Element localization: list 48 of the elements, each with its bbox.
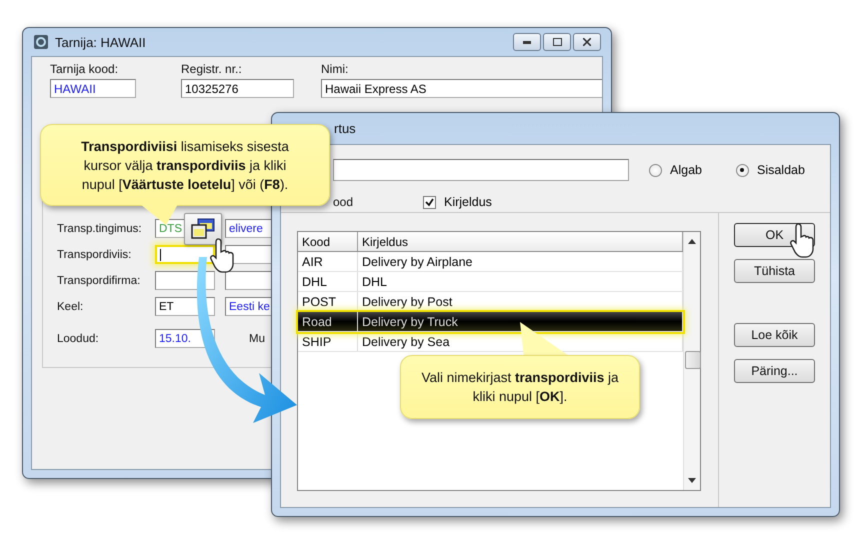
instruction-callout: Transpordiviisi lisamiseks sisesta kursor välja transpordiviis ja kliki nupul [Väärtuste loetelu] või (F8). [40, 124, 330, 206]
scroll-up-icon [688, 239, 696, 244]
table-row[interactable]: Road Delivery by Truck [298, 312, 683, 332]
option-label: ood [333, 195, 354, 209]
dialog-button[interactable]: Päring... [734, 359, 815, 383]
dialog-button[interactable]: Loe kõik [734, 323, 815, 347]
text-field[interactable]: Hawaii Express AS [321, 79, 602, 98]
close-icon [583, 38, 591, 46]
field-label: Mu [249, 332, 266, 344]
column-header[interactable]: Kood [298, 232, 358, 251]
window-title: Tarnija: HAWAII [55, 34, 146, 50]
field-label: Transpordifirma: [57, 274, 142, 286]
dialog-button[interactable]: Tühista [734, 259, 815, 283]
table-row[interactable]: DHL DHL [298, 272, 683, 292]
checkmark-icon [425, 198, 434, 206]
text-field[interactable]: HAWAII [50, 79, 136, 98]
checkbox-option[interactable]: Kirjeldus [423, 195, 492, 209]
scrollbar[interactable] [683, 232, 700, 490]
table-cell: Road [298, 312, 358, 331]
field-label: Transpordiviis: [57, 248, 132, 260]
field-label: Loodud: [57, 332, 100, 344]
maximize-icon [552, 38, 562, 46]
radio-option[interactable]: Sisaldab [736, 163, 805, 177]
value-list-button[interactable] [184, 213, 222, 245]
windows-icon [190, 217, 216, 241]
dialog-title: rtus [334, 121, 356, 136]
scroll-down-icon [688, 478, 696, 483]
filter-field[interactable] [333, 159, 629, 181]
table-cell: AIR [298, 252, 358, 271]
close-button[interactable] [573, 33, 601, 51]
field-label: Keel: [57, 300, 84, 312]
minimize-button[interactable] [513, 33, 541, 51]
table-cell: DHL [298, 272, 358, 291]
callout-pointer [140, 204, 180, 226]
minimize-icon [523, 40, 531, 44]
table-row[interactable]: AIR Delivery by Airplane [298, 252, 683, 272]
scroll-thumb[interactable] [685, 351, 701, 369]
app-icon [33, 34, 49, 50]
text-field[interactable]: 10325276 [181, 79, 294, 98]
field-label: Transp.tingimus: [57, 222, 143, 234]
maximize-button[interactable] [543, 33, 571, 51]
field-label: Nimi: [321, 62, 350, 76]
field-label: Registr. nr.: [181, 62, 243, 76]
text-caret [160, 248, 161, 260]
radio-option[interactable]: Algab [649, 163, 702, 177]
instruction-callout: Vali nimekirjast transpordiviis ja kliki nupul [OK]. [400, 355, 640, 419]
table-cell: SHIP [298, 332, 358, 351]
field-label: Tarnija kood: [50, 62, 120, 76]
